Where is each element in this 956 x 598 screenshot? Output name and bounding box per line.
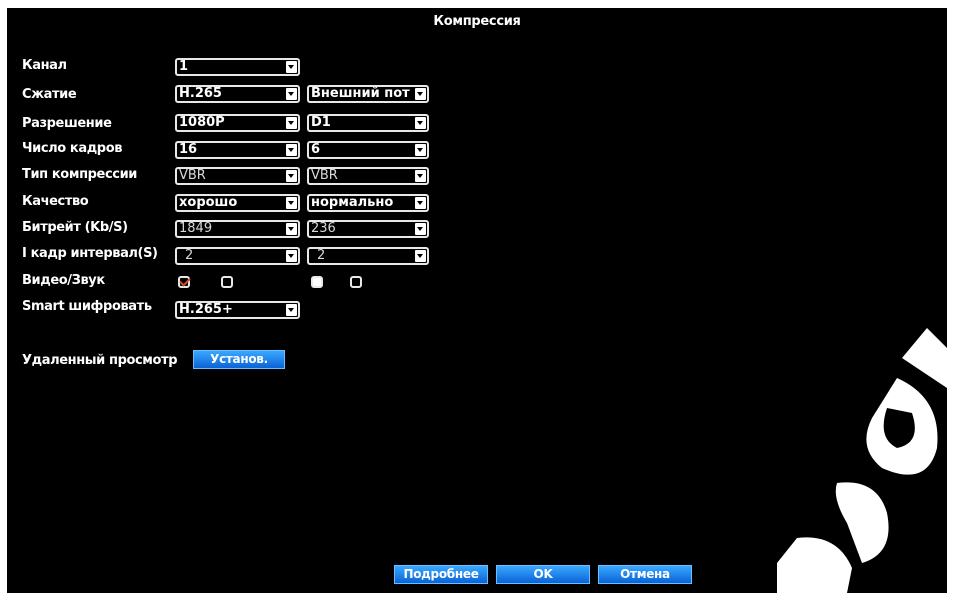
resolution-label: Разрешение bbox=[22, 116, 112, 131]
compression-main-value: H.265 bbox=[179, 87, 222, 101]
compression-sub-select[interactable]: Внешний пот bbox=[307, 85, 429, 103]
chevron-down-icon bbox=[286, 88, 297, 100]
iframe-sub-select[interactable]: 2 bbox=[307, 247, 429, 265]
chevron-down-icon bbox=[415, 170, 426, 182]
chevron-down-icon bbox=[415, 223, 426, 235]
resolution-sub-select[interactable]: D1 bbox=[307, 114, 429, 132]
compression-sub-value: Внешний пот bbox=[311, 87, 410, 101]
bitrate-main-select[interactable]: 1849 bbox=[175, 220, 300, 238]
dialog-title: Компрессия bbox=[433, 14, 521, 29]
quality-sub-value: нормально bbox=[311, 196, 394, 210]
main-audio-checkbox[interactable] bbox=[221, 276, 233, 288]
fps-sub-value: 6 bbox=[311, 143, 321, 157]
chevron-down-icon bbox=[415, 88, 426, 100]
fps-main-select[interactable]: 16 bbox=[175, 141, 300, 159]
cancel-button[interactable]: Отмена bbox=[598, 565, 692, 584]
compression-type-sub-select[interactable]: VBR bbox=[307, 167, 429, 185]
resolution-main-select[interactable]: 1080P bbox=[175, 114, 300, 132]
chevron-down-icon bbox=[415, 197, 426, 209]
channel-select[interactable]: 1 bbox=[175, 58, 300, 76]
resolution-sub-value: D1 bbox=[311, 116, 331, 130]
fps-main-value: 16 bbox=[179, 143, 198, 157]
chevron-down-icon bbox=[286, 250, 297, 262]
chevron-down-icon bbox=[415, 144, 426, 156]
chevron-down-icon bbox=[415, 117, 426, 129]
iframe-main-select[interactable]: 2 bbox=[175, 247, 300, 265]
compression-type-label: Тип компрессии bbox=[22, 167, 137, 182]
remote-setup-button[interactable]: Установ. bbox=[193, 350, 285, 369]
chevron-down-icon bbox=[286, 61, 297, 73]
smart-encode-value: H.265+ bbox=[179, 303, 233, 317]
chevron-down-icon bbox=[286, 117, 297, 129]
video-audio-label: Видео/Звук bbox=[22, 273, 105, 288]
bitrate-sub-value: 236 bbox=[311, 222, 336, 236]
remote-view-label: Удаленный просмотр bbox=[22, 353, 178, 368]
compression-main-select[interactable]: H.265 bbox=[175, 85, 300, 103]
channel-value: 1 bbox=[179, 60, 189, 74]
bitrate-sub-select[interactable]: 236 bbox=[307, 220, 429, 238]
chevron-down-icon bbox=[286, 304, 297, 316]
ok-button[interactable]: OK bbox=[496, 565, 590, 584]
sub-audio-checkbox[interactable] bbox=[350, 276, 362, 288]
smart-encode-label: Smart шифровать bbox=[22, 299, 152, 314]
chevron-down-icon bbox=[286, 223, 297, 235]
compression-type-main-value: VBR bbox=[179, 169, 206, 183]
quality-sub-select[interactable]: нормально bbox=[307, 194, 429, 212]
compression-type-sub-value: VBR bbox=[311, 169, 338, 183]
chevron-down-icon bbox=[286, 144, 297, 156]
iframe-main-value: 2 bbox=[185, 249, 194, 263]
compression-dialog: Компрессия Канал Сжатие Разрешение Число… bbox=[7, 8, 947, 593]
checkmark-icon bbox=[179, 275, 191, 287]
chevron-down-icon bbox=[415, 250, 426, 262]
chevron-down-icon bbox=[286, 197, 297, 209]
fps-label: Число кадров bbox=[22, 141, 123, 156]
chevron-down-icon bbox=[286, 170, 297, 182]
bitrate-label: Битрейт (Kb/S) bbox=[22, 220, 128, 235]
quality-main-value: хорошо bbox=[179, 196, 238, 210]
main-video-checkbox[interactable] bbox=[178, 275, 191, 288]
fps-sub-select[interactable]: 6 bbox=[307, 141, 429, 159]
iframe-sub-value: 2 bbox=[317, 249, 326, 263]
bitrate-main-value: 1849 bbox=[179, 222, 213, 236]
resolution-main-value: 1080P bbox=[179, 116, 225, 130]
watermark-logo bbox=[777, 328, 947, 593]
iframe-interval-label: I кадр интервал(S) bbox=[22, 246, 158, 261]
quality-main-select[interactable]: хорошо bbox=[175, 194, 300, 212]
sub-video-checkbox[interactable] bbox=[311, 276, 323, 288]
compression-label: Сжатие bbox=[22, 87, 77, 102]
compression-type-main-select[interactable]: VBR bbox=[175, 167, 300, 185]
details-button[interactable]: Подробнее bbox=[394, 565, 488, 584]
channel-label: Канал bbox=[22, 58, 67, 73]
quality-label: Качество bbox=[22, 194, 89, 209]
smart-encode-select[interactable]: H.265+ bbox=[175, 301, 300, 319]
